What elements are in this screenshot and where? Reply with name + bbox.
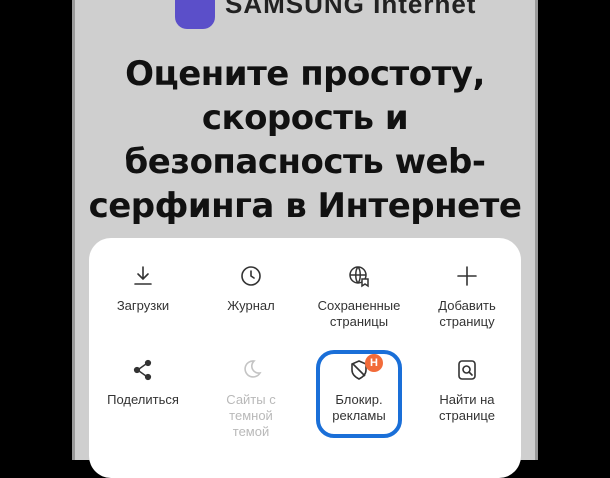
app-logo: SAMSUNG Internet [175, 0, 476, 34]
menu-item-label: Загрузки [116, 298, 170, 313]
menu-item-ad-block[interactable]: H Блокир. рекламы [305, 346, 413, 440]
headline-line: серфинга в Интернете [88, 186, 522, 226]
clock-icon [241, 266, 261, 286]
menu-item-dark-mode-sites[interactable]: Сайты с темной темой [197, 346, 305, 440]
menu-item-add-page[interactable]: Добавить страницу [413, 252, 521, 346]
samsung-internet-logo-icon [175, 0, 215, 29]
download-icon [134, 266, 152, 285]
find-page-icon [458, 360, 476, 380]
menu-panel: Загрузки Журнал Сохраненные страницы Доб… [89, 238, 521, 478]
menu-item-label: Журнал [227, 298, 275, 313]
menu-item-share[interactable]: Поделиться [89, 346, 197, 440]
headline-line: скорость и [201, 98, 409, 138]
menu-item-history[interactable]: Журнал [197, 252, 305, 346]
phone-screen: SAMSUNG Internet Оцените простоту, скоро… [72, 0, 538, 478]
new-badge: H [365, 354, 383, 372]
saved-globe-icon [349, 266, 369, 288]
menu-item-saved-pages[interactable]: Сохраненные страницы [305, 252, 413, 346]
app-logo-text: SAMSUNG Internet [225, 0, 477, 19]
menu-item-downloads[interactable]: Загрузки [89, 252, 197, 346]
headline: Оцените простоту, скорость и безопасност… [75, 52, 535, 228]
menu-item-label: Сохраненные страницы [317, 298, 401, 329]
menu-item-label: Найти на странице [439, 392, 495, 423]
menu-item-label: Поделиться [107, 392, 179, 407]
share-icon [133, 359, 152, 381]
menu-item-find-on-page[interactable]: Найти на странице [413, 346, 521, 440]
menu-item-label: Блокир. рекламы [332, 392, 386, 423]
headline-line: Оцените простоту, [125, 54, 485, 94]
menu-item-label: Добавить страницу [438, 298, 496, 329]
headline-line: безопасность web- [124, 142, 486, 182]
plus-icon [457, 266, 477, 286]
menu-item-label: Сайты с темной темой [226, 392, 276, 439]
moon-icon [244, 360, 262, 378]
